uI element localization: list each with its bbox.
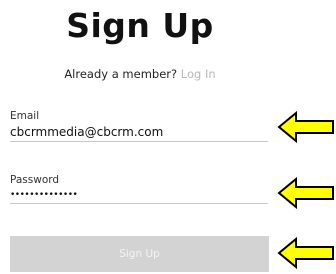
- member-prompt: Already a member? Log In: [0, 66, 280, 82]
- email-field-group: Email: [10, 110, 270, 142]
- signup-form-screen: Sign Up Already a member? Log In Email P…: [0, 0, 336, 274]
- member-prompt-text: Already a member?: [64, 67, 178, 81]
- email-label: Email: [10, 110, 40, 122]
- password-label: Password: [10, 174, 60, 186]
- sign-up-button[interactable]: Sign Up: [10, 236, 269, 272]
- password-field[interactable]: [10, 187, 268, 204]
- annotation-arrow-signup-icon: [277, 236, 334, 270]
- email-field[interactable]: [10, 123, 268, 142]
- page-title: Sign Up: [66, 6, 214, 45]
- password-field-group: Password: [10, 174, 270, 204]
- login-link[interactable]: Log In: [181, 67, 216, 81]
- annotation-arrow-email-icon: [277, 110, 334, 144]
- annotation-arrow-password-icon: [277, 176, 334, 210]
